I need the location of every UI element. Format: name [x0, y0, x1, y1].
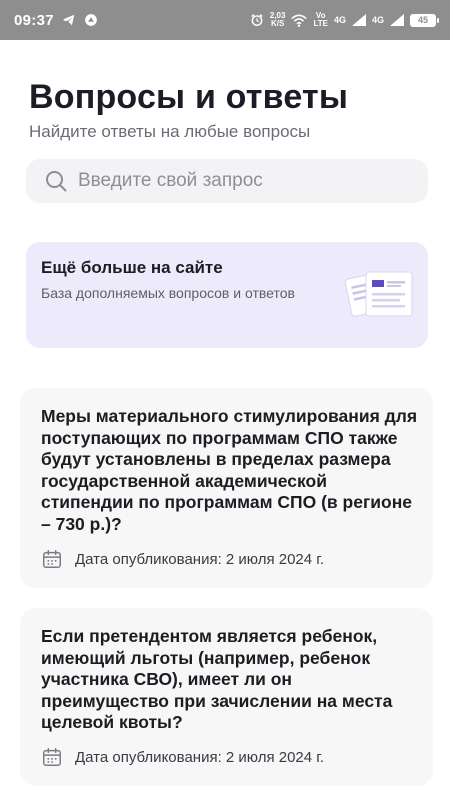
page-subtitle: Найдите ответы на любые вопросы — [29, 122, 311, 141]
publication-date: Дата опубликования: 2 июля 2024 г. — [41, 548, 324, 570]
publication-date-text: Дата опубликования: 2 июля 2024 г. — [75, 550, 325, 568]
question-card[interactable]: Меры материального стимулирования для по… — [20, 388, 433, 588]
signal-icon — [390, 14, 404, 26]
search-bar[interactable] — [26, 159, 428, 203]
publication-date-text: Дата опубликования: 2 июля 2024 г. — [75, 748, 325, 766]
status-bar-left: 09:37 — [14, 12, 98, 29]
page-title: Вопросы и ответы — [29, 78, 349, 116]
calendar-icon — [43, 748, 61, 766]
promo-title: Ещё больше на сайте — [41, 258, 223, 277]
calendar-icon — [43, 550, 61, 568]
network-type-1: 4G — [333, 15, 346, 25]
signal-icon — [351, 14, 366, 26]
search-input[interactable] — [78, 170, 398, 192]
question-text: Если претендентом является ребенок, имею… — [41, 626, 393, 732]
alarm-icon — [251, 14, 263, 26]
status-bar-right: 2,03 K/S Vo LTE 4G 4G 45 — [250, 11, 439, 28]
status-time: 09:37 — [14, 11, 54, 29]
telegram-icon — [63, 14, 75, 26]
documents-illustration-icon — [344, 271, 413, 317]
vpn-icon — [85, 14, 97, 26]
volte-indicator: Vo LTE — [313, 11, 328, 28]
question-text: Меры материального стимулирования для по… — [41, 406, 418, 534]
promo-card-more-on-site[interactable]: Ещё больше на сайте База дополняемых воп… — [26, 242, 428, 348]
question-card[interactable]: Если претендентом является ребенок, имею… — [20, 608, 433, 786]
status-bar: 09:37 2,03 K/S Vo LTE 4G 4G 45 — [0, 0, 450, 40]
wifi-icon — [291, 13, 308, 27]
publication-date: Дата опубликования: 2 июля 2024 г. — [41, 746, 324, 768]
search-icon — [46, 171, 67, 192]
battery-icon: 45 — [410, 13, 439, 27]
network-type-2: 4G — [371, 15, 384, 25]
net-speed: 2,03 K/S — [269, 11, 286, 28]
promo-description: База дополняемых вопросов и ответов — [41, 285, 295, 301]
